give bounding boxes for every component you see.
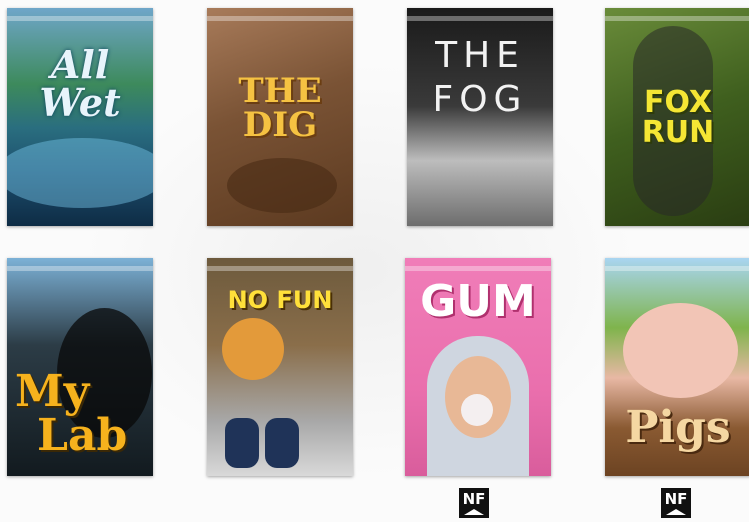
cover-band <box>407 16 553 21</box>
cover-band <box>7 266 153 271</box>
book-cover-the-dig[interactable]: THE DIG <box>207 8 353 226</box>
book-cover-all-wet[interactable]: All Wet <box>7 8 153 226</box>
book-cover-the-fog[interactable]: THE FOG <box>407 8 553 226</box>
book-cover-fox-run[interactable]: FOX RUN <box>605 8 749 226</box>
cover-band <box>207 266 353 271</box>
book-title-line1: All <box>50 42 110 87</box>
water-splash-shape <box>7 138 153 208</box>
book-title-line1: GUM <box>420 276 536 327</box>
pig-shape <box>623 303 738 398</box>
book-title: My Lab <box>7 370 153 458</box>
book-icon <box>666 509 686 515</box>
book-title-line2: Wet <box>39 80 121 125</box>
book-title-line2: FOG <box>432 79 528 120</box>
book-title-line1: FOX <box>643 85 713 120</box>
book-cover-my-lab[interactable]: My Lab <box>7 258 153 476</box>
nonfiction-badge-label: NF <box>664 490 688 508</box>
book-title: GUM <box>405 280 551 324</box>
book-title: THE FOG <box>407 38 553 118</box>
nonfiction-badge-label: NF <box>462 490 486 508</box>
book-title: NO FUN <box>207 288 353 312</box>
shoe-right-shape <box>265 418 299 468</box>
cover-band <box>605 16 749 21</box>
book-cover-no-fun[interactable]: NO FUN <box>207 258 353 476</box>
book-title-line1: THE <box>435 35 525 76</box>
book-icon <box>464 509 484 515</box>
book-title-line1: NO FUN <box>227 286 333 314</box>
book-title-line2: DIG <box>242 105 318 145</box>
book-title-line1: THE <box>238 71 322 111</box>
book-title-line2: Lab <box>37 410 128 461</box>
nonfiction-badge: NF <box>661 488 691 518</box>
background-watermark <box>80 60 640 480</box>
book-title-line1: My <box>15 366 90 417</box>
cover-band <box>405 266 551 271</box>
cover-band <box>605 266 749 271</box>
dirt-mound-shape <box>227 158 337 213</box>
book-title: Pigs <box>605 406 749 450</box>
book-title-line1: Pigs <box>625 402 731 453</box>
cover-band <box>207 16 353 21</box>
nonfiction-badge: NF <box>459 488 489 518</box>
shoe-left-shape <box>225 418 259 468</box>
book-title-line2: RUN <box>641 115 715 150</box>
book-title: FOX RUN <box>605 88 749 148</box>
gum-bubble-shape <box>461 394 493 426</box>
book-title: All Wet <box>7 46 153 122</box>
cat-shape <box>222 318 284 380</box>
book-title: THE DIG <box>207 74 353 142</box>
book-cover-pigs[interactable]: Pigs <box>605 258 749 476</box>
book-cover-gum[interactable]: GUM <box>405 258 551 476</box>
cover-band <box>7 16 153 21</box>
